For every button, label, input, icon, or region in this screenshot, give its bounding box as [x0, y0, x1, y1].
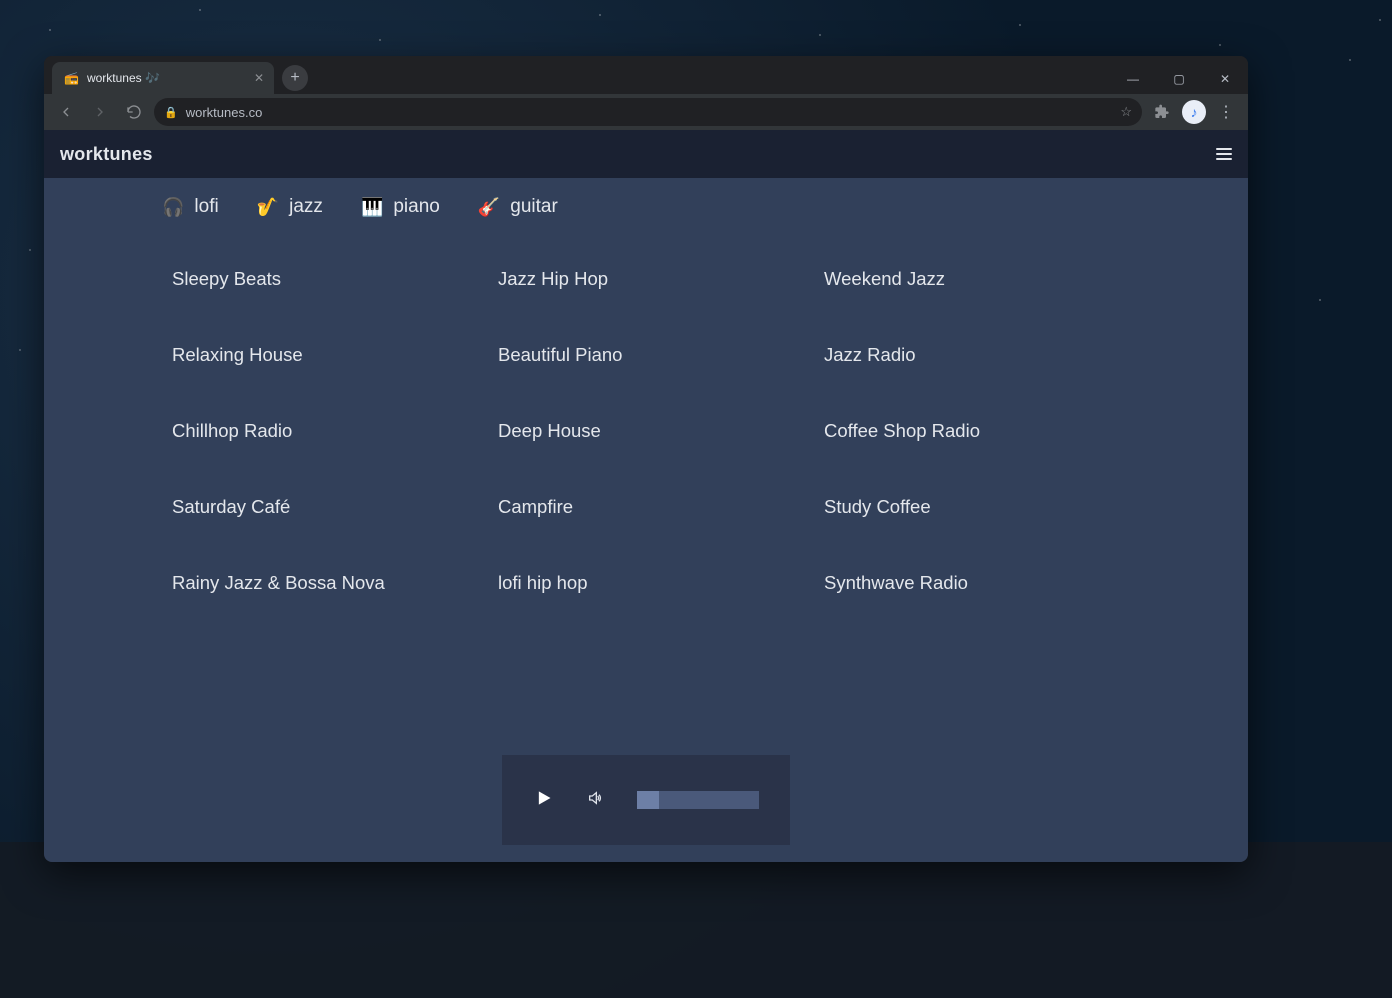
new-tab-button[interactable]: + [282, 65, 308, 91]
volume-slider[interactable] [637, 791, 759, 809]
app-header: worktunes [44, 130, 1248, 178]
volume-icon[interactable] [587, 790, 603, 811]
station-item[interactable]: Jazz Radio [824, 344, 1130, 366]
browser-titlebar: 📻 worktunes 🎶 ✕ + — ▢ ✕ [44, 56, 1248, 94]
browser-tab[interactable]: 📻 worktunes 🎶 ✕ [52, 62, 274, 94]
nav-forward-button[interactable] [86, 98, 114, 126]
filter-label: lofi [194, 196, 218, 218]
window-controls: — ▢ ✕ [1110, 64, 1248, 94]
profile-avatar-icon[interactable]: ♪ [1182, 100, 1206, 124]
station-item[interactable]: Coffee Shop Radio [824, 420, 1130, 442]
player-bar [502, 755, 790, 845]
station-item[interactable]: Jazz Hip Hop [498, 268, 804, 290]
app-page: worktunes 🎧 lofi 🎷 jazz 🎹 piano 🎸 guitar [44, 130, 1248, 862]
station-grid: Sleepy Beats Jazz Hip Hop Weekend Jazz R… [44, 226, 1248, 594]
window-minimize-button[interactable]: — [1110, 64, 1156, 94]
station-item[interactable]: Rainy Jazz & Bossa Nova [172, 572, 478, 594]
play-button[interactable] [533, 788, 553, 813]
piano-icon: 🎹 [361, 197, 383, 218]
station-item[interactable]: lofi hip hop [498, 572, 804, 594]
station-item[interactable]: Relaxing House [172, 344, 478, 366]
bookmark-star-icon[interactable]: ☆ [1120, 104, 1132, 120]
window-close-button[interactable]: ✕ [1202, 64, 1248, 94]
browser-toolbar: 🔒 worktunes.co ☆ ♪ ⋮ [44, 94, 1248, 130]
station-item[interactable]: Beautiful Piano [498, 344, 804, 366]
filter-bar: 🎧 lofi 🎷 jazz 🎹 piano 🎸 guitar [44, 178, 1248, 226]
hamburger-menu-icon[interactable] [1216, 148, 1232, 160]
url-text: worktunes.co [186, 105, 263, 120]
tab-close-icon[interactable]: ✕ [254, 71, 264, 85]
filter-piano[interactable]: 🎹 piano [361, 196, 440, 218]
station-item[interactable]: Campfire [498, 496, 804, 518]
station-item[interactable]: Weekend Jazz [824, 268, 1130, 290]
nav-reload-button[interactable] [120, 98, 148, 126]
browser-window: 📻 worktunes 🎶 ✕ + — ▢ ✕ 🔒 worktunes.co ☆ [44, 56, 1248, 862]
headphones-icon: 🎧 [162, 197, 184, 218]
lock-icon: 🔒 [164, 106, 178, 119]
station-item[interactable]: Study Coffee [824, 496, 1130, 518]
station-item[interactable]: Saturday Café [172, 496, 478, 518]
station-item[interactable]: Deep House [498, 420, 804, 442]
filter-lofi[interactable]: 🎧 lofi [162, 196, 219, 218]
extensions-icon[interactable] [1148, 98, 1176, 126]
filter-jazz[interactable]: 🎷 jazz [257, 196, 323, 218]
filter-label: piano [393, 196, 440, 218]
guitar-icon: 🎸 [478, 197, 500, 218]
station-item[interactable]: Synthwave Radio [824, 572, 1130, 594]
saxophone-icon: 🎷 [257, 197, 279, 218]
station-item[interactable]: Chillhop Radio [172, 420, 478, 442]
url-bar[interactable]: 🔒 worktunes.co ☆ [154, 98, 1142, 126]
tab-title: worktunes 🎶 [87, 71, 160, 85]
station-item[interactable]: Sleepy Beats [172, 268, 478, 290]
filter-label: jazz [289, 196, 323, 218]
volume-fill [637, 791, 659, 809]
nav-back-button[interactable] [52, 98, 80, 126]
tab-favicon-icon: 📻 [64, 71, 79, 85]
browser-menu-button[interactable]: ⋮ [1212, 102, 1240, 122]
filter-guitar[interactable]: 🎸 guitar [478, 196, 558, 218]
app-brand: worktunes [60, 144, 153, 165]
filter-label: guitar [510, 196, 558, 218]
window-maximize-button[interactable]: ▢ [1156, 64, 1202, 94]
